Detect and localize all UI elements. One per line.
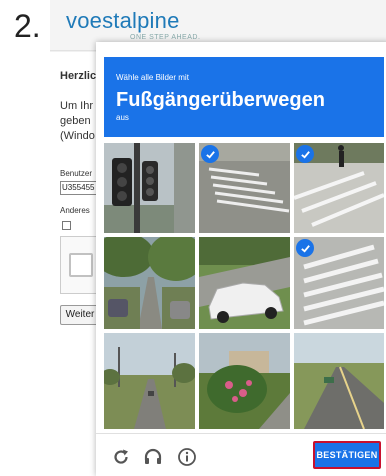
step-number: 2.	[14, 8, 41, 44]
reload-icon[interactable]	[110, 446, 132, 468]
tile-white-car[interactable]	[199, 237, 290, 329]
tile-tree-lined-street[interactable]	[104, 237, 195, 329]
login-text-line: Um Ihr	[60, 100, 93, 112]
footer-divider	[96, 433, 386, 434]
instruction-text: Wähle alle Bilder mit	[116, 73, 189, 82]
other-account-checkbox[interactable]	[62, 221, 71, 230]
selected-check-icon	[296, 239, 314, 257]
login-text-line: geben	[60, 115, 91, 127]
road-with-trees-image	[104, 333, 195, 429]
tile-traffic-light[interactable]	[104, 143, 195, 233]
tree-lined-street-image	[104, 237, 195, 329]
tile-flowering-tree[interactable]	[199, 333, 290, 429]
login-heading: Herzlic	[60, 70, 97, 82]
white-car-image	[199, 237, 290, 329]
tile-road-with-trees[interactable]	[104, 333, 195, 429]
brand-logo: voestalpine	[66, 8, 180, 33]
login-text-line: (Windo	[60, 130, 95, 142]
challenge-header: Wähle alle Bilder mit Fußgängerüberwegen…	[104, 57, 384, 137]
headphones-icon[interactable]	[142, 446, 164, 468]
selected-check-icon	[296, 145, 314, 163]
highway-image	[294, 333, 384, 429]
info-icon[interactable]	[176, 446, 198, 468]
target-object: Fußgängerüberwegen	[116, 89, 325, 111]
verify-button[interactable]: BESTÄTIGEN	[313, 441, 381, 469]
continue-button[interactable]: Weiter	[60, 305, 100, 325]
traffic-light-image	[104, 143, 195, 233]
selected-check-icon	[201, 145, 219, 163]
recaptcha-checkbox[interactable]	[69, 253, 93, 277]
brand-tagline: ONE STEP AHEAD.	[130, 34, 201, 41]
tile-highway[interactable]	[294, 333, 384, 429]
username-label: Benutzer	[60, 169, 93, 178]
instruction-suffix: aus	[116, 113, 129, 122]
image-grid	[104, 143, 384, 429]
other-account-label: Anderes	[60, 206, 90, 215]
flowering-tree-image	[199, 333, 290, 429]
username-input[interactable]: U355455	[60, 181, 99, 195]
